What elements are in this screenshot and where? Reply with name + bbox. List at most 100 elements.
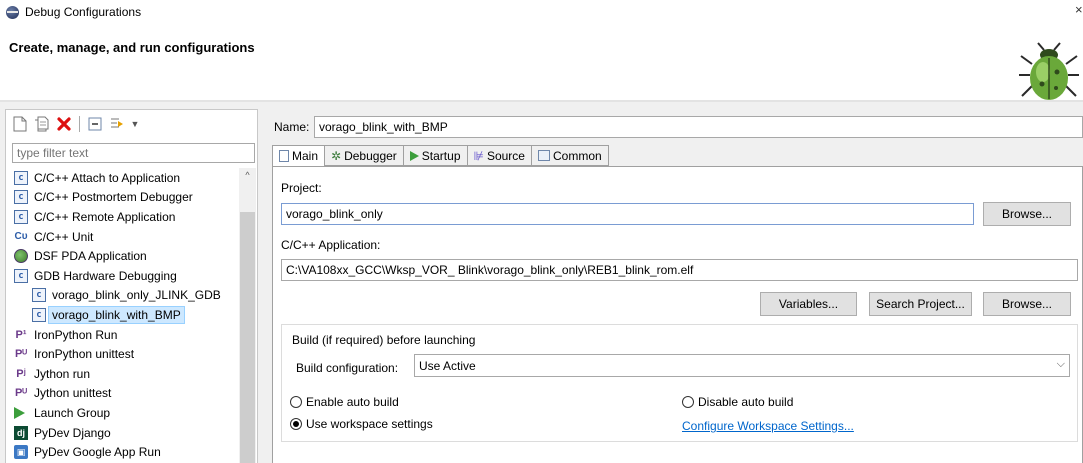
- tree-item-label: C/C++ Remote Application: [34, 209, 176, 224]
- new-config-icon[interactable]: [10, 114, 30, 134]
- python-icon: Pᵁ: [14, 387, 28, 400]
- window-title: Debug Configurations: [25, 5, 142, 19]
- application-field[interactable]: C:\VA108xx_GCC\Wksp_VOR_ Blink\vorago_bl…: [281, 259, 1078, 281]
- tree-item[interactable]: DSF PDA Application: [12, 246, 238, 266]
- project-label: Project:: [281, 181, 322, 195]
- chevron-down-icon[interactable]: ▼: [129, 114, 141, 134]
- tree-item[interactable]: Cᴜ C/C++ Unit: [12, 227, 238, 247]
- django-icon: dj: [14, 425, 28, 440]
- tree-item[interactable]: c C/C++ Attach to Application: [12, 168, 238, 188]
- tab-label: Startup: [421, 148, 461, 163]
- tree-item[interactable]: ▣ PyDev Google App Run: [12, 442, 238, 462]
- scroll-up-icon[interactable]: ^: [239, 170, 256, 184]
- c-unit-icon: Cᴜ: [14, 231, 28, 243]
- build-group-label: Build (if required) before launching: [290, 333, 478, 347]
- tab-common[interactable]: Common: [531, 145, 609, 166]
- tree-item[interactable]: Pʲ Jython run: [12, 364, 238, 384]
- dialog-body: ▼ c C/C++ Attach to Application c C/C++ Pos…: [0, 102, 1083, 463]
- tree-item-label: IronPython unittest: [34, 347, 135, 362]
- bug-icon: [1019, 42, 1079, 100]
- tree-item-label: PyDev Google App Run: [34, 445, 161, 460]
- tree-item[interactable]: c vorago_blink_only_JLINK_GDB: [12, 286, 238, 306]
- tab-label: Common: [552, 148, 602, 163]
- configuration-list-panel: ▼ c C/C++ Attach to Application c C/C++ Pos…: [5, 109, 258, 463]
- python-icon: Pᵁ: [14, 348, 28, 361]
- scroll-thumb[interactable]: [240, 212, 255, 463]
- configure-workspace-link[interactable]: Configure Workspace Settings...: [682, 419, 854, 433]
- tree-item[interactable]: dj PyDev Django: [12, 423, 238, 443]
- filter-icon[interactable]: [107, 114, 127, 134]
- collapse-all-icon[interactable]: [85, 114, 105, 134]
- startup-tab-icon: [409, 150, 419, 161]
- debugger-tab-icon: ✲: [331, 148, 342, 163]
- tree-item-label: C/C++ Unit: [34, 229, 94, 244]
- tree-item-label: PyDev Django: [34, 425, 111, 440]
- radio-circle: [290, 418, 302, 430]
- tree-item-label: C/C++ Attach to Application: [34, 170, 181, 185]
- project-field[interactable]: vorago_blink_only: [281, 203, 974, 225]
- radio-label: Disable auto build: [698, 395, 794, 409]
- tree-item-label: Jython unittest: [34, 386, 112, 401]
- browse-project-button[interactable]: Browse...: [983, 202, 1071, 226]
- common-tab-icon: [537, 150, 550, 161]
- close-icon[interactable]: ×: [1075, 2, 1083, 18]
- radio-circle: [682, 396, 694, 408]
- use-workspace-settings-radio[interactable]: Use workspace settings: [290, 417, 433, 431]
- tree-item[interactable]: c C/C++ Remote Application: [12, 207, 238, 227]
- tab-main[interactable]: Main: [272, 145, 326, 167]
- tree-scrollbar[interactable]: ^: [239, 168, 256, 463]
- main-tab-content: Project: vorago_blink_only Browse... C/C…: [272, 166, 1083, 463]
- tree-item[interactable]: P¹ IronPython Run: [12, 325, 238, 345]
- dialog-header: Create, manage, and run configurations: [0, 24, 1083, 100]
- tab-debugger[interactable]: ✲ Debugger: [325, 145, 404, 166]
- tree-item-label: DSF PDA Application: [34, 249, 147, 264]
- tree-item-label: vorago_blink_with_BMP: [48, 305, 185, 324]
- title-bar: Debug Configurations ×: [0, 0, 1083, 24]
- radio-label: Use workspace settings: [306, 417, 433, 431]
- browse-application-button[interactable]: Browse...: [983, 292, 1071, 316]
- build-config-select[interactable]: Use Active ⌵: [414, 354, 1070, 377]
- config-toolbar: ▼: [10, 113, 141, 135]
- tab-label: Main: [292, 149, 319, 163]
- config-tabs: Main ✲ Debugger Startup ⊯ Source Common: [272, 145, 609, 167]
- tree-item-label: C/C++ Postmortem Debugger: [34, 190, 193, 205]
- python-icon: Pʲ: [16, 367, 26, 380]
- tree-item[interactable]: c C/C++ Postmortem Debugger: [12, 188, 238, 208]
- duplicate-icon[interactable]: [32, 114, 52, 134]
- build-config-value: Use Active: [419, 359, 476, 373]
- search-project-button[interactable]: Search Project...: [869, 292, 972, 316]
- dsf-pda-icon: [14, 249, 28, 264]
- python-icon: P¹: [15, 328, 27, 341]
- tab-source[interactable]: ⊯ Source: [467, 145, 532, 166]
- variables-button[interactable]: Variables...: [760, 292, 857, 316]
- c-config-icon: c: [32, 288, 46, 303]
- tree-item[interactable]: Launch Group: [12, 403, 238, 423]
- tree-item-label: Jython run: [34, 366, 91, 381]
- tree-item[interactable]: Pᵁ Jython unittest: [12, 384, 238, 404]
- build-config-label: Build configuration:: [296, 361, 399, 375]
- enable-auto-build-radio[interactable]: Enable auto build: [290, 395, 399, 409]
- tree-item[interactable]: c GDB Hardware Debugging: [12, 266, 238, 286]
- c-config-icon: c: [14, 170, 28, 185]
- delete-icon[interactable]: [54, 114, 74, 134]
- source-tab-icon: ⊯: [473, 148, 484, 163]
- google-app-icon: ▣: [14, 445, 28, 460]
- tab-label: Source: [486, 148, 525, 163]
- c-config-icon: c: [14, 190, 28, 205]
- tree-item-label: vorago_blink_only_JLINK_GDB: [52, 288, 221, 303]
- name-label: Name:: [274, 120, 310, 134]
- tree-item-label: Launch Group: [34, 405, 111, 420]
- toolbar-separator: [79, 116, 80, 132]
- c-config-icon: c: [32, 307, 46, 322]
- filter-input[interactable]: [12, 143, 255, 163]
- tree-item[interactable]: c vorago_blink_with_BMP: [12, 305, 238, 325]
- tab-startup[interactable]: Startup: [403, 145, 468, 166]
- application-label: C/C++ Application:: [281, 238, 381, 252]
- tree-item[interactable]: Pᵁ IronPython unittest: [12, 344, 238, 364]
- name-field[interactable]: vorago_blink_with_BMP: [314, 116, 1083, 138]
- launch-group-icon: [14, 406, 25, 419]
- chevron-down-icon: ⌵: [1056, 358, 1065, 370]
- main-tab-icon: [279, 150, 289, 162]
- disable-auto-build-radio[interactable]: Disable auto build: [682, 395, 793, 409]
- c-config-icon: c: [14, 268, 28, 283]
